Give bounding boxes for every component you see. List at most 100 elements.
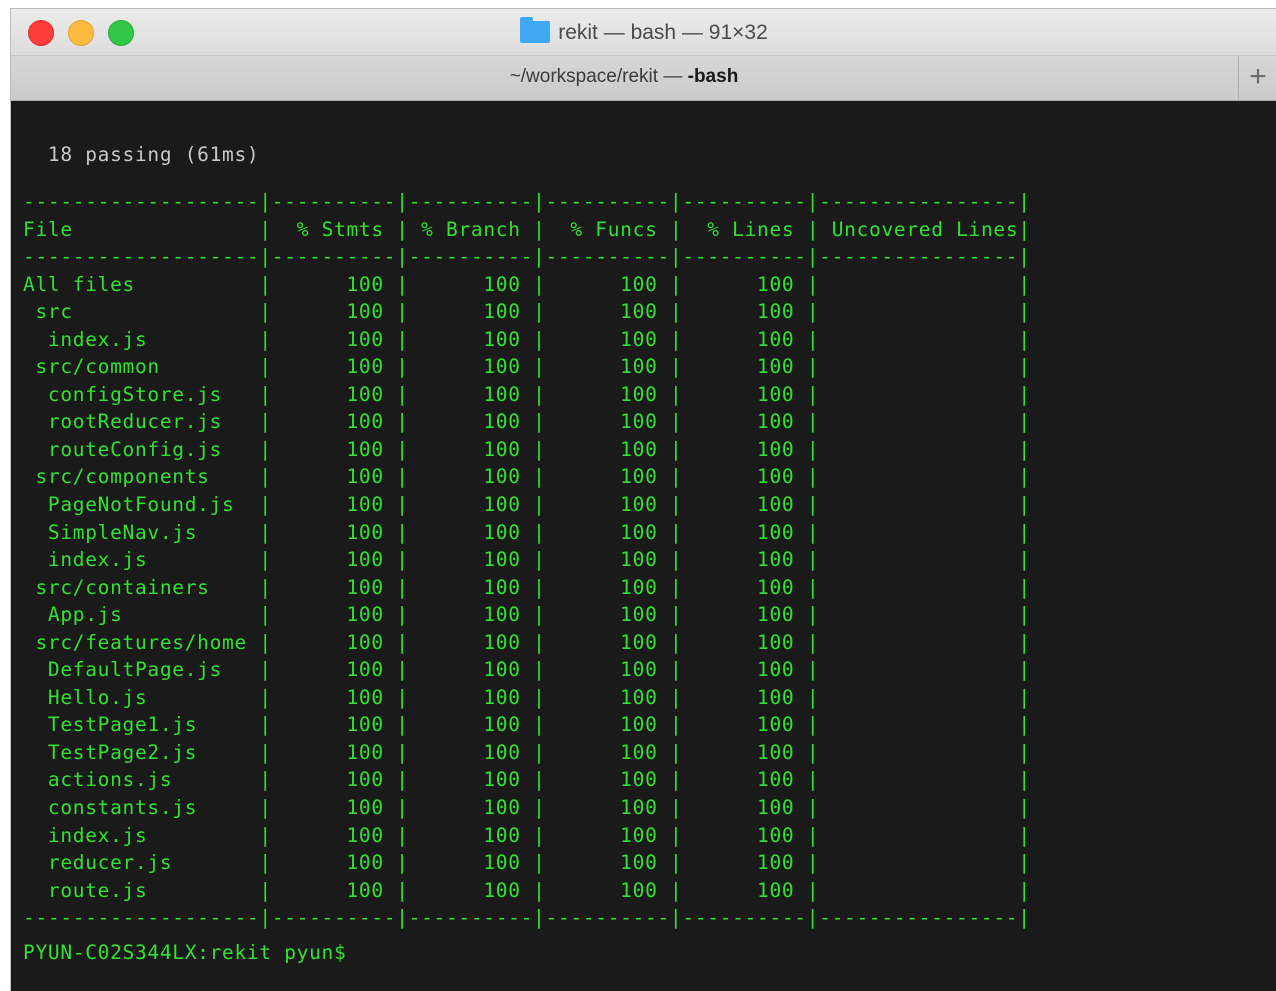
lines-cell: 100 (682, 548, 807, 572)
file-cell: SimpleNav.js (23, 520, 260, 544)
uncovered-cell (819, 824, 1018, 847)
file-cell: index.js (23, 327, 260, 351)
stmts-cell: % Stmts (271, 217, 397, 241)
lines-cell: 100 (682, 327, 807, 351)
uncovered-cell (819, 493, 1018, 516)
branch-cell: 100 (408, 851, 534, 875)
funcs-cell: 100 (545, 520, 670, 544)
stmts-cell: 100 (271, 300, 397, 324)
shell-prompt: PYUN-C02S344LX:rekit pyun$ (23, 939, 372, 966)
new-tab-button[interactable]: + (1238, 56, 1276, 100)
coverage-table: -------------------|----------|---------… (23, 188, 1031, 932)
stmts-cell: 100 (271, 410, 397, 434)
file-cell: DefaultPage.js (23, 658, 260, 682)
uncovered-cell (819, 741, 1018, 764)
branch-cell: % Branch (408, 217, 534, 241)
table-header: File | % Stmts | % Branch | % Funcs | % … (23, 217, 1031, 241)
file-cell: src/components (23, 465, 260, 489)
table-row: src/features/home | 100 | 100 | 100 | 10… (23, 630, 1031, 654)
lines-cell: 100 (682, 768, 807, 792)
stmts-cell: 100 (271, 740, 397, 764)
file-cell: actions.js (23, 768, 260, 792)
lines-cell: 100 (682, 272, 807, 296)
uncovered-cell (819, 576, 1018, 599)
branch-cell: 100 (408, 768, 534, 792)
lines-cell: 100 (682, 382, 807, 406)
table-separator: -------------------|----------|---------… (23, 190, 1031, 213)
file-cell: reducer.js (23, 851, 260, 875)
branch-cell: 100 (408, 327, 534, 351)
uncovered-cell (819, 355, 1018, 378)
funcs-cell: 100 (545, 272, 670, 296)
table-row: src/containers | 100 | 100 | 100 | 100 |… (23, 575, 1031, 599)
file-cell: App.js (23, 603, 260, 627)
stmts-cell: 100 (271, 658, 397, 682)
lines-cell: 100 (682, 851, 807, 875)
funcs-cell: 100 (545, 878, 670, 902)
title-proc: bash (630, 21, 677, 44)
stmts-cell: 100 (271, 548, 397, 572)
active-tab[interactable]: ~/workspace/rekit — -bash (11, 66, 1237, 88)
table-row: constants.js | 100 | 100 | 100 | 100 | | (23, 796, 1031, 820)
funcs-cell: 100 (545, 410, 670, 434)
file-cell: route.js (23, 878, 260, 902)
file-cell: src/common (23, 355, 260, 379)
branch-cell: 100 (408, 465, 534, 489)
branch-cell: 100 (408, 878, 534, 902)
uncovered-cell: Uncovered Lines (819, 217, 1019, 241)
branch-cell: 100 (408, 630, 534, 654)
funcs-cell: 100 (545, 575, 670, 599)
branch-cell: 100 (408, 355, 534, 379)
file-cell: src/containers (23, 575, 260, 599)
funcs-cell: 100 (545, 685, 670, 709)
title-size: 91×32 (708, 21, 768, 44)
lines-cell: 100 (682, 437, 807, 461)
table-row: index.js | 100 | 100 | 100 | 100 | | (23, 327, 1031, 351)
table-separator: -------------------|----------|---------… (23, 245, 1031, 269)
file-cell: Hello.js (23, 685, 260, 709)
stmts-cell: 100 (271, 465, 397, 489)
table-row: TestPage1.js | 100 | 100 | 100 | 100 | | (23, 713, 1031, 737)
uncovered-cell (819, 300, 1018, 323)
branch-cell: 100 (408, 410, 534, 434)
table-row: TestPage2.js | 100 | 100 | 100 | 100 | | (23, 740, 1031, 764)
uncovered-cell (819, 796, 1018, 819)
lines-cell: 100 (682, 878, 807, 902)
file-cell: index.js (23, 823, 260, 847)
table-row: src | 100 | 100 | 100 | 100 | | (23, 300, 1031, 324)
stmts-cell: 100 (271, 685, 397, 709)
lines-cell: 100 (682, 575, 807, 599)
file-cell: File (23, 217, 260, 241)
table-row: PageNotFound.js | 100 | 100 | 100 | 100 … (23, 493, 1031, 517)
window-title: rekit — bash — 91×32 (11, 17, 1276, 45)
file-cell: PageNotFound.js (23, 493, 260, 517)
prompt-text: PYUN-C02S344LX:rekit pyun$ (23, 941, 359, 964)
file-cell: configStore.js (23, 382, 260, 406)
lines-cell: 100 (682, 355, 807, 379)
funcs-cell: 100 (545, 851, 670, 875)
lines-cell: 100 (682, 713, 807, 737)
branch-cell: 100 (408, 382, 534, 406)
uncovered-cell (819, 631, 1018, 654)
table-row: DefaultPage.js | 100 | 100 | 100 | 100 |… (23, 658, 1031, 682)
terminal-output[interactable]: 18 passing (61ms) -------------------|--… (11, 101, 1276, 991)
funcs-cell: 100 (545, 658, 670, 682)
file-cell: src/features/home (23, 630, 260, 654)
lines-cell: 100 (682, 630, 807, 654)
uncovered-cell (819, 438, 1018, 461)
terminal-window: rekit — bash — 91×32 ~/workspace/rekit —… (10, 8, 1276, 991)
file-cell: All files (23, 272, 260, 296)
title-bar[interactable]: rekit — bash — 91×32 (11, 9, 1276, 56)
stmts-cell: 100 (271, 878, 397, 902)
uncovered-cell (819, 410, 1018, 433)
lines-cell: 100 (682, 410, 807, 434)
branch-cell: 100 (408, 796, 534, 820)
stmts-cell: 100 (271, 382, 397, 406)
uncovered-cell (819, 879, 1018, 902)
stmts-cell: 100 (271, 768, 397, 792)
lines-cell: 100 (682, 796, 807, 820)
funcs-cell: 100 (545, 437, 670, 461)
file-cell: index.js (23, 548, 260, 572)
table-row: configStore.js | 100 | 100 | 100 | 100 |… (23, 382, 1031, 406)
stmts-cell: 100 (271, 272, 397, 296)
